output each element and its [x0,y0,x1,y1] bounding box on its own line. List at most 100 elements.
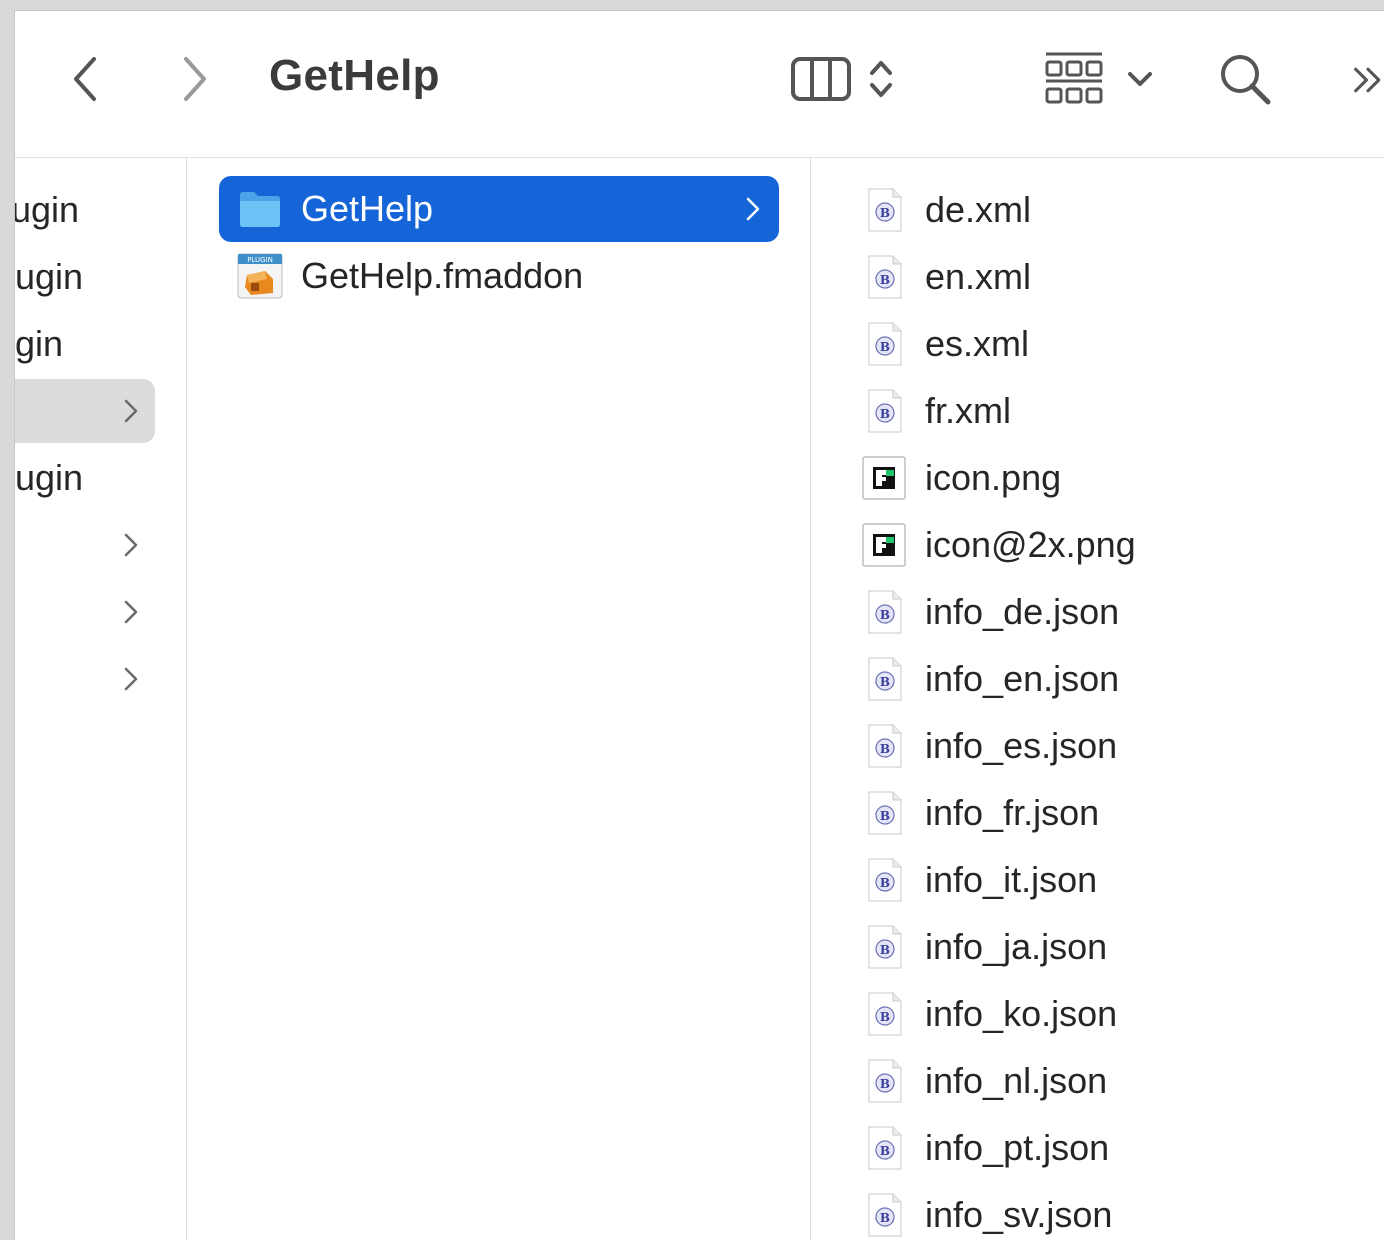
search-button[interactable] [1215,51,1275,107]
list-item[interactable]: ugin [15,446,155,510]
bbedit-doc-icon: B [868,322,902,366]
list-item[interactable]: Bfr.xml [861,379,1381,443]
list-item[interactable]: icon@2x.png [861,513,1381,577]
chevron-updown-icon [870,61,892,97]
svg-text:B: B [880,742,890,756]
group-button[interactable] [1043,47,1155,111]
column-2: GetHelp PLUGIN GetHelp.fmaddon [187,158,811,1240]
column-1: lugin ugin gin ugin [15,158,187,1240]
bbedit-doc-icon: B [868,724,902,768]
list-item[interactable]: Binfo_de.json [861,580,1381,644]
list-item[interactable]: Binfo_ja.json [861,915,1381,979]
chevron-right-icon [124,600,138,624]
list-item[interactable]: ugin [15,245,155,309]
list-item-selected[interactable]: GetHelp [219,176,779,242]
bbedit-doc-icon: B [868,188,902,232]
item-label: fr.xml [925,390,1011,431]
svg-text:B: B [880,1211,890,1225]
svg-text:B: B [880,1144,890,1158]
item-label: GetHelp [301,188,434,229]
item-label: gin [15,323,64,364]
bbedit-doc-icon: B [868,992,902,1036]
toolbar: GetHelp [15,11,1384,158]
item-label: info_de.json [925,591,1120,632]
list-item[interactable]: PLUGIN GetHelp.fmaddon [219,244,779,308]
list-item[interactable] [15,513,155,577]
finder-window: GetHelp lugin ugin gin ugin [14,10,1384,1240]
chevron-right-icon [124,667,138,691]
bbedit-doc-icon: B [868,1126,902,1170]
bbedit-doc-icon: B [868,1193,902,1237]
back-button[interactable] [63,51,107,107]
list-item-selected[interactable] [15,379,155,443]
list-item[interactable]: Binfo_pt.json [861,1116,1381,1180]
column-browser: lugin ugin gin ugin [15,158,1384,1240]
plugin-icon: PLUGIN [237,253,283,299]
svg-text:B: B [880,1077,890,1091]
forward-button[interactable] [173,51,217,107]
bbedit-doc-icon: B [868,1059,902,1103]
svg-text:B: B [880,675,890,689]
plugin-badge: PLUGIN [247,256,273,264]
list-item[interactable]: Bes.xml [861,312,1381,376]
grid-group-icon [1045,52,1103,104]
list-item[interactable]: Binfo_fr.json [861,781,1381,845]
svg-text:B: B [880,943,890,957]
list-item[interactable] [15,580,155,644]
item-label: info_sv.json [925,1194,1113,1235]
item-label: en.xml [925,256,1032,297]
list-item[interactable]: Ben.xml [861,245,1381,309]
item-label: ugin [15,457,84,498]
item-label: info_es.json [925,725,1118,766]
item-label: info_en.json [925,658,1120,699]
item-label: info_pt.json [925,1127,1110,1168]
svg-text:B: B [880,273,890,287]
chevron-right-icon [746,197,760,221]
item-label: info_nl.json [925,1060,1108,1101]
bbedit-doc-icon: B [868,791,902,835]
list-item[interactable]: Binfo_nl.json [861,1049,1381,1113]
list-item[interactable]: Binfo_en.json [861,647,1381,711]
item-label: de.xml [925,189,1032,230]
svg-text:B: B [880,608,890,622]
search-icon [1221,55,1271,105]
toolbar-overflow-button[interactable] [1351,57,1384,103]
window-title: GetHelp [269,51,440,100]
column-3: Bde.xml Ben.xml Bes.xml Bfr.xml icon.png… [811,158,1384,1240]
bbedit-doc-icon: B [868,590,902,634]
svg-text:B: B [880,407,890,421]
item-label: info_it.json [925,859,1098,900]
item-label: ugin [15,256,84,297]
item-label: info_ja.json [925,926,1108,967]
bbedit-doc-icon: B [868,925,902,969]
list-item[interactable]: Binfo_ko.json [861,982,1381,1046]
chevron-right-icon [124,533,138,557]
list-item[interactable]: Binfo_it.json [861,848,1381,912]
item-label: es.xml [925,323,1030,364]
list-item[interactable] [15,647,155,711]
svg-text:B: B [880,876,890,890]
chevron-left-icon [74,57,96,101]
columns-view-icon [791,57,851,101]
item-label: GetHelp.fmaddon [301,255,584,296]
item-label: icon.png [925,457,1062,498]
svg-text:B: B [880,1010,890,1024]
list-item[interactable]: Bde.xml [861,178,1381,242]
item-label: lugin [15,189,80,230]
svg-text:B: B [880,340,890,354]
list-item[interactable]: icon.png [861,446,1381,510]
bbedit-doc-icon: B [868,389,902,433]
double-chevron-right-icon [1354,67,1381,93]
image-icon [862,523,906,567]
bbedit-doc-icon: B [868,657,902,701]
list-item[interactable]: Binfo_es.json [861,714,1381,778]
list-item[interactable]: gin [15,312,155,376]
chevron-right-icon [184,57,206,101]
bbedit-doc-icon: B [868,255,902,299]
svg-text:B: B [880,206,890,220]
view-mode-button[interactable] [783,51,903,107]
item-label: info_ko.json [925,993,1118,1034]
list-item[interactable]: Binfo_sv.json [861,1183,1381,1240]
image-icon [862,456,906,500]
list-item[interactable]: lugin [15,178,155,242]
